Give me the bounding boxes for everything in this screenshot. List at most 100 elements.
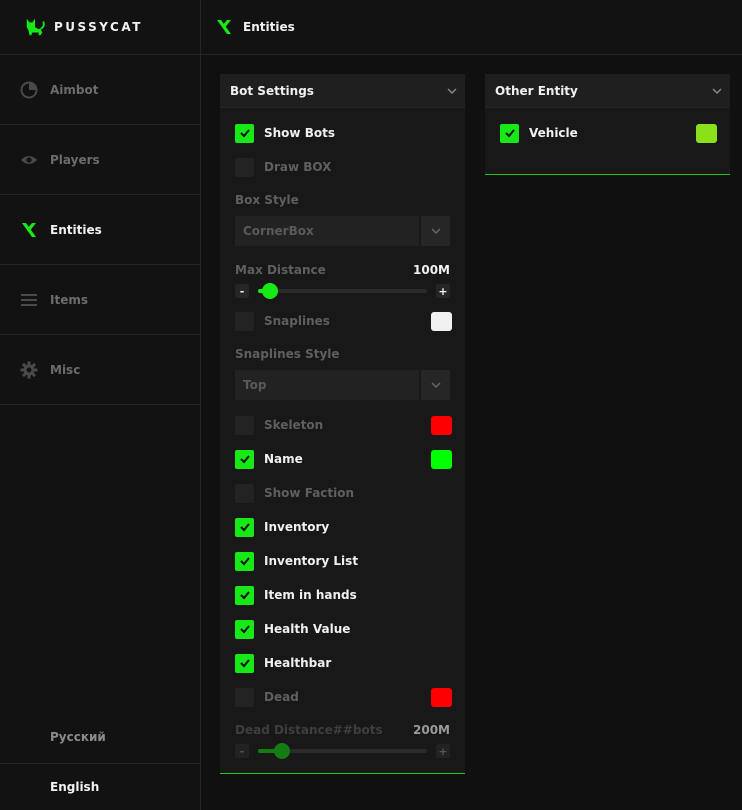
sidebar-item-label: Items	[50, 292, 88, 307]
vehicle-checkbox[interactable]	[500, 123, 519, 143]
snaplines-checkbox[interactable]	[235, 311, 254, 331]
dead-checkbox[interactable]	[235, 687, 254, 707]
increase-button[interactable]: +	[436, 744, 450, 758]
show-bots-row: Show Bots	[235, 123, 452, 143]
check-icon	[239, 659, 250, 668]
inventory-checkbox[interactable]	[235, 517, 254, 537]
bot-settings-header[interactable]: Bot Settings	[220, 74, 465, 108]
sidebar-item-entities[interactable]: Entities	[0, 195, 200, 265]
inventory-row: Inventory	[235, 517, 452, 537]
item-in-hands-checkbox[interactable]	[235, 585, 254, 605]
name-color-swatch[interactable]	[431, 449, 452, 469]
slider-knob[interactable]	[273, 743, 290, 759]
show-faction-row: Show Faction	[235, 483, 452, 503]
box-style-select[interactable]: CornerBox	[235, 216, 450, 246]
entities-icon	[217, 20, 231, 34]
bot-settings-panel: Bot Settings Show Bots Draw BOX Box Styl…	[220, 74, 465, 774]
vehicle-color-swatch[interactable]	[696, 123, 717, 143]
inventory-list-label: Inventory List	[264, 554, 359, 568]
panel-title: Other Entity	[495, 83, 578, 98]
healthbar-row: Healthbar	[235, 653, 452, 673]
entities-icon	[20, 221, 38, 239]
draw-box-label: Draw BOX	[264, 160, 332, 174]
inventory-label: Inventory	[264, 520, 330, 534]
item-in-hands-row: Item in hands	[235, 585, 452, 605]
sidebar-item-label: Entities	[50, 222, 102, 237]
skeleton-row: Skeleton	[235, 415, 452, 435]
max-distance-header: Max Distance 100M	[235, 263, 450, 277]
chevron-down-icon	[419, 370, 450, 400]
app-name: PUSSYCAT	[54, 20, 143, 34]
show-bots-label: Show Bots	[264, 126, 335, 140]
max-distance-slider[interactable]: - +	[235, 283, 450, 299]
sidebar-item-aimbot[interactable]: Aimbot	[0, 55, 200, 125]
dead-distance-value: 200M	[413, 723, 450, 737]
show-faction-label: Show Faction	[264, 486, 355, 500]
slider-knob[interactable]	[261, 283, 278, 299]
gear-icon	[20, 361, 38, 379]
check-icon	[239, 625, 250, 634]
slider-track[interactable]	[258, 283, 427, 299]
slider-track[interactable]	[258, 743, 427, 759]
page-header: Entities	[201, 0, 742, 55]
max-distance-value: 100M	[413, 263, 450, 277]
name-label: Name	[264, 452, 303, 466]
health-value-checkbox[interactable]	[235, 619, 254, 639]
draw-box-row: Draw BOX	[235, 157, 452, 177]
dead-color-swatch[interactable]	[431, 687, 452, 707]
sidebar-item-label: Misc	[50, 362, 81, 377]
panel-title: Bot Settings	[230, 83, 314, 98]
vehicle-label: Vehicle	[529, 126, 578, 140]
show-bots-checkbox[interactable]	[235, 123, 254, 143]
other-entity-header[interactable]: Other Entity	[485, 74, 730, 108]
cat-logo-icon	[26, 18, 45, 36]
language-english[interactable]: English	[0, 764, 200, 810]
max-distance-label: Max Distance	[235, 263, 326, 277]
page-title: Entities	[243, 20, 295, 34]
check-icon	[239, 523, 250, 532]
chevron-down-icon	[447, 88, 457, 94]
inventory-list-checkbox[interactable]	[235, 551, 254, 571]
increase-button[interactable]: +	[436, 284, 450, 298]
dead-distance-header: Dead Distance##bots 200M	[235, 723, 450, 737]
snaplines-row: Snaplines	[235, 311, 452, 331]
healthbar-label: Healthbar	[264, 656, 332, 670]
chevron-down-icon	[419, 216, 450, 246]
vehicle-row: Vehicle	[500, 123, 717, 143]
box-style-value: CornerBox	[243, 224, 314, 238]
health-value-row: Health Value	[235, 619, 452, 639]
aimbot-icon	[20, 81, 38, 99]
logo: PUSSYCAT	[0, 0, 200, 55]
show-faction-checkbox[interactable]	[235, 483, 254, 503]
skeleton-color-swatch[interactable]	[431, 415, 452, 435]
dead-distance-slider[interactable]: - +	[235, 743, 450, 759]
check-icon	[239, 591, 250, 600]
chevron-down-icon	[712, 88, 722, 94]
inventory-list-row: Inventory List	[235, 551, 452, 571]
language-russian[interactable]: Русский	[0, 711, 200, 764]
skeleton-checkbox[interactable]	[235, 415, 254, 435]
box-style-label: Box Style	[235, 193, 299, 207]
dead-label: Dead	[264, 690, 299, 704]
snaplines-color-swatch[interactable]	[431, 311, 452, 331]
snaplines-style-value: Top	[243, 378, 267, 392]
sidebar: PUSSYCAT Aimbot Players Entities Items M…	[0, 0, 201, 810]
dead-row: Dead	[235, 687, 452, 707]
menu-icon	[20, 291, 38, 309]
draw-box-checkbox[interactable]	[235, 157, 254, 177]
snaplines-style-select[interactable]: Top	[235, 370, 450, 400]
decrease-button[interactable]: -	[235, 284, 249, 298]
sidebar-item-misc[interactable]: Misc	[0, 335, 200, 405]
decrease-button[interactable]: -	[235, 744, 249, 758]
dead-distance-label: Dead Distance##bots	[235, 723, 383, 737]
sidebar-item-players[interactable]: Players	[0, 125, 200, 195]
eye-icon	[20, 151, 38, 169]
sidebar-item-label: Players	[50, 152, 100, 167]
snaplines-style-label: Snaplines Style	[235, 347, 340, 361]
check-icon	[239, 129, 250, 138]
name-checkbox[interactable]	[235, 449, 254, 469]
sidebar-item-items[interactable]: Items	[0, 265, 200, 335]
healthbar-checkbox[interactable]	[235, 653, 254, 673]
name-row: Name	[235, 449, 452, 469]
skeleton-label: Skeleton	[264, 418, 324, 432]
